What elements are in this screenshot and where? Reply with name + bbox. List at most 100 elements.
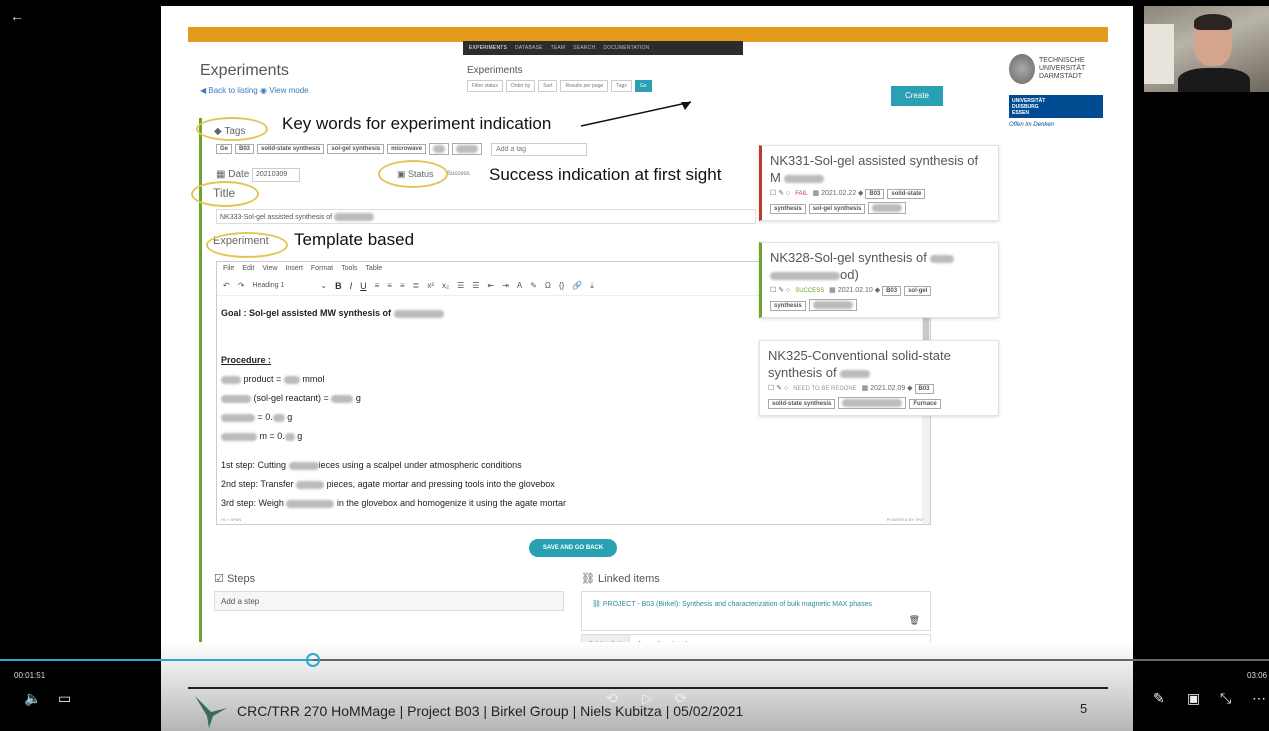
add-tag-input[interactable]: Add a tag xyxy=(491,142,588,156)
date-field[interactable]: 20210309 xyxy=(252,168,300,182)
bullet-list-icon[interactable]: ☰ xyxy=(457,281,464,290)
experiments-filter-label: Experiments xyxy=(467,65,523,76)
save-and-go-back-button[interactable]: SAVE AND GO BACK xyxy=(529,539,617,557)
presenter-webcam xyxy=(1144,6,1269,92)
checkbox-icon: ☑ xyxy=(214,573,224,585)
card-title: NK325-Conventional solid-state synthesis… xyxy=(768,348,951,380)
create-button[interactable]: Create xyxy=(891,86,943,106)
filter-bar: Filter status Order by Sort Results per … xyxy=(467,80,652,92)
sort-select[interactable]: Sort xyxy=(538,80,558,92)
underline-icon[interactable]: U xyxy=(360,281,367,291)
bold-icon[interactable]: B xyxy=(335,281,342,291)
align-right-icon[interactable]: ≡ xyxy=(400,281,405,290)
page-title: Experiments xyxy=(200,62,289,79)
current-time: 00:01:51 xyxy=(14,671,46,680)
menu-format[interactable]: Format xyxy=(311,265,333,273)
forward-10-icon[interactable]: ⟳ xyxy=(675,691,687,705)
back-to-listing-link[interactable]: Back to listing xyxy=(208,86,257,95)
chevron-down-icon[interactable]: ⌄ xyxy=(320,281,327,290)
volume-icon[interactable]: 🔈 xyxy=(24,691,41,705)
view-icon: ◉ xyxy=(259,86,267,95)
indent-icon[interactable]: ⇥ xyxy=(502,281,509,290)
steps-heading: ☑ Steps xyxy=(214,573,256,585)
outdent-icon[interactable]: ⇤ xyxy=(487,281,494,290)
add-step-input[interactable]: Add a step xyxy=(214,591,564,611)
align-justify-icon[interactable]: ≣ xyxy=(413,281,420,290)
special-char-icon[interactable]: Ω xyxy=(545,281,551,290)
pen-icon[interactable]: ✎ xyxy=(1153,691,1165,705)
card-title: NK331-Sol-gel assisted synthesis of M xyxy=(770,153,979,185)
linked-item[interactable]: ⛓ PROJECT - B03 (Birkel): Synthesis and … xyxy=(581,591,931,631)
related-experiment-card[interactable]: NK331-Sol-gel assisted synthesis of M ☐ … xyxy=(759,145,999,221)
tag-chip-blurred[interactable] xyxy=(452,143,483,155)
tag-chip[interactable]: B03 xyxy=(235,144,255,154)
progress-knob[interactable] xyxy=(306,653,320,667)
captions-icon[interactable]: ▭ xyxy=(58,691,71,705)
title-callout xyxy=(191,181,259,207)
code-icon[interactable]: {} xyxy=(559,281,564,290)
results-per-page-select[interactable]: Results per page xyxy=(560,80,609,92)
menu-edit[interactable]: Edit xyxy=(242,265,254,273)
go-button[interactable]: Go xyxy=(634,80,652,92)
superscript-icon[interactable]: x² xyxy=(427,281,434,290)
menu-insert[interactable]: Insert xyxy=(285,265,303,273)
menu-table[interactable]: Table xyxy=(365,265,382,273)
tag-chip[interactable]: sol-gel synthesis xyxy=(327,144,385,154)
align-center-icon[interactable]: ≡ xyxy=(387,281,392,290)
menu-view[interactable]: View xyxy=(262,265,277,273)
back-links[interactable]: ◀ Back to listing ◉ View mode xyxy=(200,86,309,95)
picture-in-picture-icon[interactable]: ▣ xyxy=(1187,691,1200,705)
exit-fullscreen-icon[interactable]: ⤡ xyxy=(1220,691,1231,705)
heading-select[interactable]: Heading 1 xyxy=(252,282,312,289)
eln-top-nav: EXPERIMENTS DATABASE TEAM SEARCH DOCUMEN… xyxy=(463,41,743,55)
tag-chip[interactable]: microwave xyxy=(387,144,427,154)
annotation-arrow-icon xyxy=(580,101,692,127)
numbered-list-icon[interactable]: ☰ xyxy=(472,281,479,290)
related-experiment-card[interactable]: NK328-Sol-gel synthesis of od) ☐ ✎ ○ SUC… xyxy=(759,242,999,318)
italic-icon[interactable]: I xyxy=(350,281,353,291)
tags-select[interactable]: Tags xyxy=(611,80,632,92)
menu-tools[interactable]: Tools xyxy=(341,265,357,273)
related-experiment-card[interactable]: NK325-Conventional solid-state synthesis… xyxy=(759,340,999,416)
nav-search[interactable]: SEARCH xyxy=(573,45,595,51)
tag-chip[interactable]: Ge xyxy=(216,144,233,154)
slide-page-number: 5 xyxy=(1080,701,1088,716)
tu-darmstadt-logo: TECHNISCHE UNIVERSITÄT DARMSTADT xyxy=(1009,54,1085,84)
powered-by: POWERED BY TINY xyxy=(886,517,924,522)
menu-file[interactable]: File xyxy=(223,265,234,273)
play-icon[interactable]: ▷ xyxy=(642,691,653,705)
back-arrow-icon[interactable]: ← xyxy=(10,8,24,24)
total-time: 03:06 xyxy=(1247,671,1268,680)
more-options-icon[interactable]: ⋯ xyxy=(1252,691,1266,705)
orange-header-bar xyxy=(188,27,1108,42)
redo-icon[interactable]: ↷ xyxy=(238,281,245,290)
link-icon[interactable]: 🔗 xyxy=(572,281,582,290)
nav-database[interactable]: DATABASE xyxy=(515,45,543,51)
tag-chip-blurred[interactable] xyxy=(429,143,450,155)
trash-icon[interactable]: 🗑 xyxy=(909,615,920,626)
blurred-text xyxy=(334,213,375,221)
align-left-icon[interactable]: ≡ xyxy=(375,281,380,290)
nav-experiments[interactable]: EXPERIMENTS xyxy=(469,45,507,51)
download-icon[interactable]: ⤓ xyxy=(590,281,594,291)
rewind-10-icon[interactable]: ⟲ xyxy=(606,691,618,705)
tu-seal-icon xyxy=(1009,54,1035,84)
tag-chip[interactable]: solid-state synthesis xyxy=(257,144,325,154)
ude-slogan: Offen im Denken xyxy=(1009,122,1055,128)
view-mode-link[interactable]: View mode xyxy=(269,86,308,95)
progress-bar[interactable] xyxy=(0,659,1269,661)
highlight-icon[interactable]: ✎ xyxy=(530,281,537,290)
undo-icon[interactable]: ↶ xyxy=(223,281,230,290)
text-color-icon[interactable]: A xyxy=(517,281,522,290)
linked-item-title[interactable]: B03 (Birkel): Synthesis and characteriza… xyxy=(642,601,872,608)
order-by-select[interactable]: Order by xyxy=(505,80,536,92)
subscript-icon[interactable]: x₂ xyxy=(442,281,449,290)
nav-team[interactable]: TEAM xyxy=(551,45,566,51)
status-select[interactable]: Success xyxy=(447,171,470,177)
filter-status-select[interactable]: Filter status xyxy=(467,80,503,92)
nav-documentation[interactable]: DOCUMENTATION xyxy=(603,45,649,51)
ude-logo: UNIVERSITÄT DUISBURG ESSEN xyxy=(1009,95,1103,118)
card-meta: ☐ ✎ ○ NEED TO BE REDONE ▦ 2021.02.09 ◆ B… xyxy=(768,384,990,394)
footer-text: CRC/TRR 270 HoMMage | Project B03 | Birk… xyxy=(237,703,744,719)
title-field[interactable]: NK333-Sol-gel assisted synthesis of xyxy=(216,209,756,224)
